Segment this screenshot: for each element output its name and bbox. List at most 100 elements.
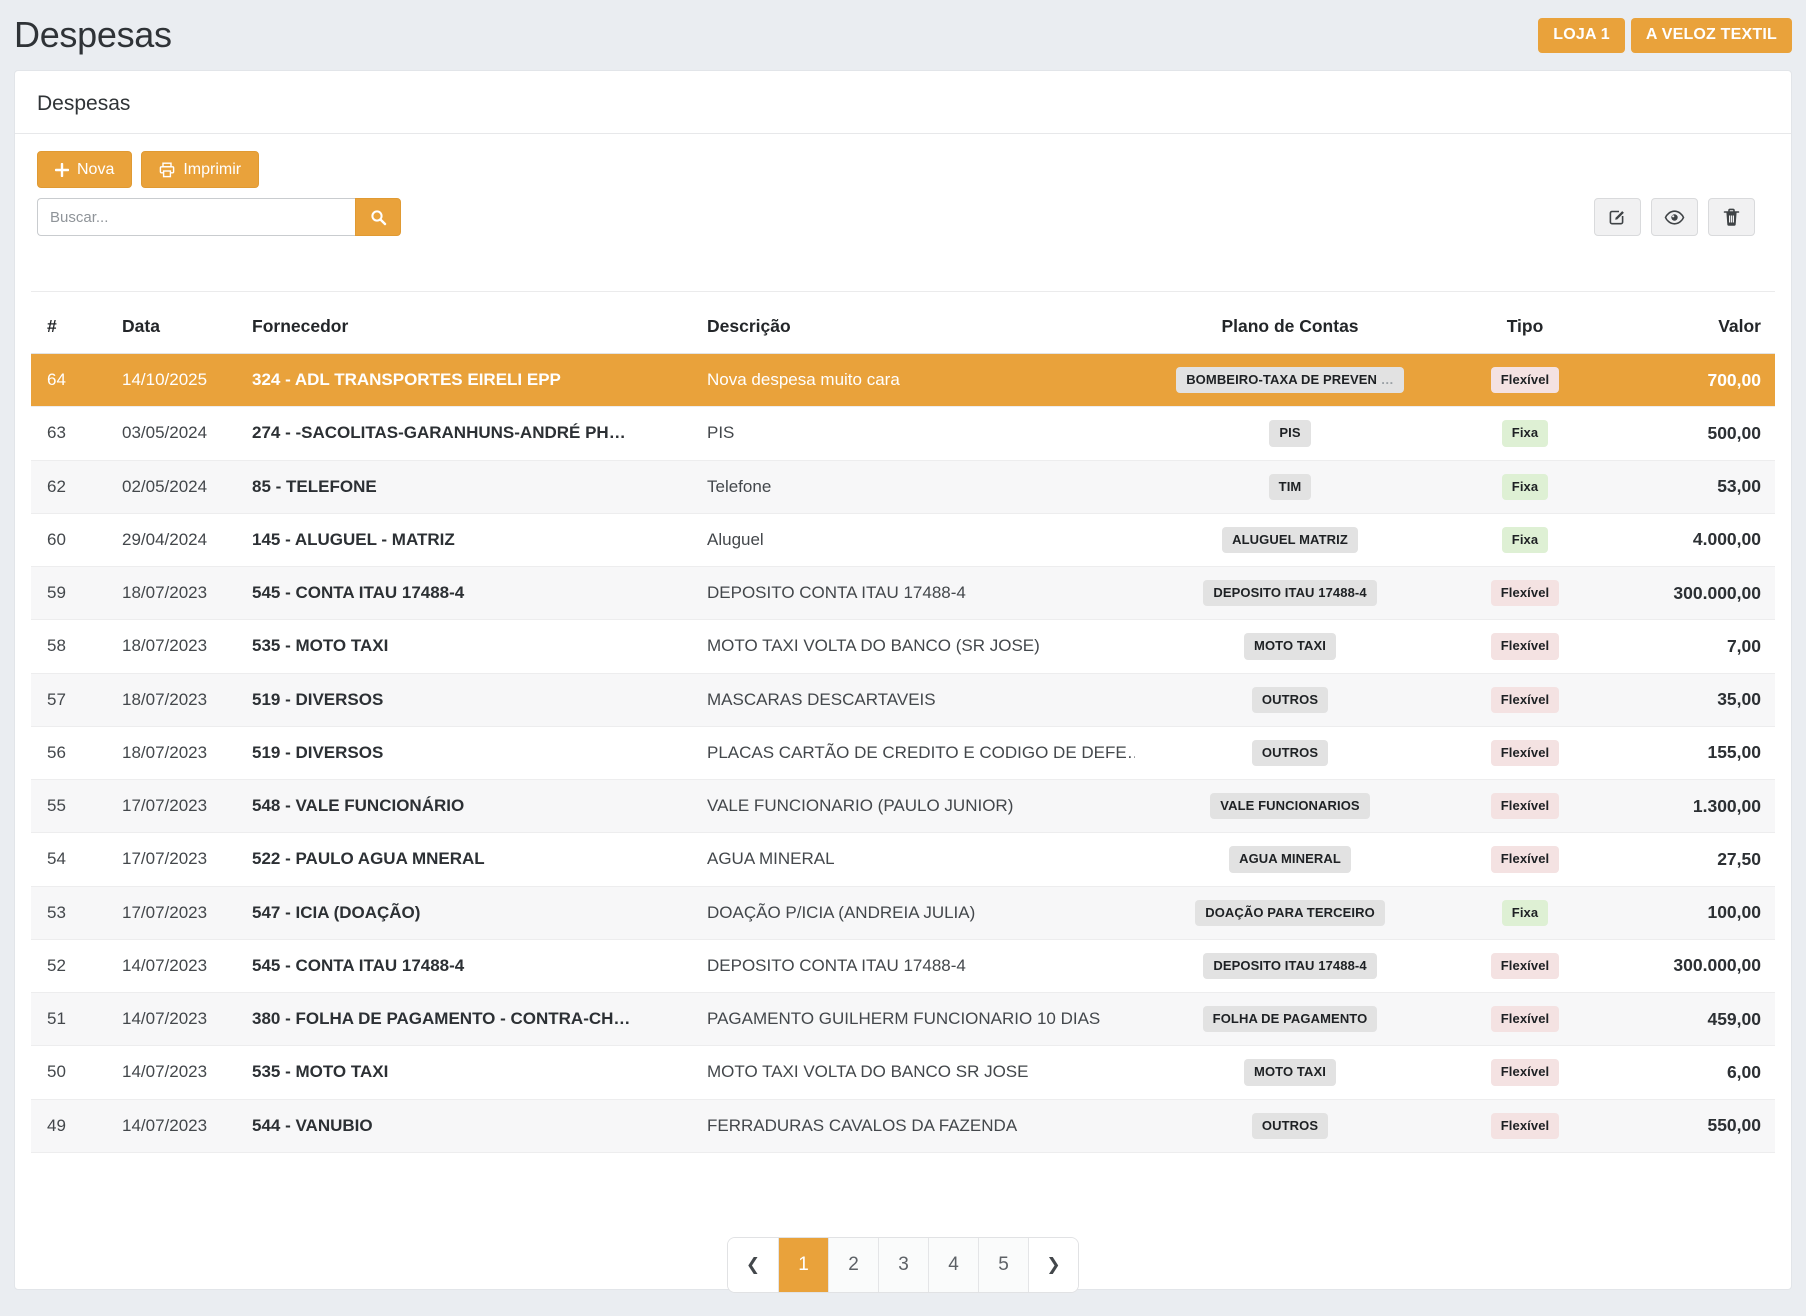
table-row[interactable]: 6414/10/2025324 - ADL TRANSPORTES EIRELI… [31, 354, 1775, 407]
cell-supplier: 519 - DIVERSOS [238, 726, 693, 779]
table-row[interactable]: 5918/07/2023545 - CONTA ITAU 17488-4DEPO… [31, 567, 1775, 620]
card-title: Despesas [15, 71, 1791, 134]
cell-account-plan: VALE FUNCIONARIOS [1135, 780, 1445, 833]
cell-date: 18/07/2023 [108, 567, 238, 620]
type-badge: Flexível [1491, 633, 1560, 659]
pencil-square-icon [1608, 208, 1627, 227]
store-badge[interactable]: LOJA 1 [1538, 18, 1625, 53]
page-title: Despesas [14, 14, 172, 56]
type-badge: Fixa [1502, 474, 1548, 500]
account-plan-badge: MOTO TAXI [1244, 1059, 1336, 1085]
type-badge: Fixa [1502, 420, 1548, 446]
expenses-card: Despesas Nova [14, 70, 1792, 1290]
cell-type: Fixa [1445, 886, 1605, 939]
ellipsis: … [1377, 372, 1394, 387]
cell-account-plan: BOMBEIRO-TAXA DE PREVEN … [1135, 354, 1445, 407]
page-2-button[interactable]: 2 [828, 1238, 878, 1292]
cell-description: MOTO TAXI VOLTA DO BANCO SR JOSE [693, 1046, 1135, 1099]
cell-date: 29/04/2024 [108, 513, 238, 566]
cell-value: 53,00 [1605, 460, 1775, 513]
expenses-table: #DataFornecedorDescriçãoPlano de ContasT… [31, 291, 1775, 1153]
table-row[interactable]: 5317/07/2023547 - ICIA (DOAÇÃO)DOAÇÃO P/… [31, 886, 1775, 939]
card-body: Nova Imprimir [15, 151, 1791, 1316]
cell-description: DEPOSITO CONTA ITAU 17488-4 [693, 939, 1135, 992]
toolbar: Nova Imprimir [37, 151, 1769, 188]
account-plan-badge: MOTO TAXI [1244, 633, 1336, 659]
page-prev-button[interactable]: ❮ [728, 1238, 778, 1292]
cell-value: 300.000,00 [1605, 939, 1775, 992]
cell-type: Flexível [1445, 1099, 1605, 1152]
view-button[interactable] [1651, 198, 1698, 236]
cell-description: PLACAS CARTÃO DE CREDITO E CODIGO DE DEF… [693, 726, 1135, 779]
type-badge: Flexível [1491, 846, 1560, 872]
page-4-button[interactable]: 4 [928, 1238, 978, 1292]
table-row[interactable]: 6202/05/202485 - TELEFONETelefoneTIMFixa… [31, 460, 1775, 513]
cell-description: PIS [693, 407, 1135, 460]
table-row[interactable]: 5417/07/2023522 - PAULO AGUA MNERALAGUA … [31, 833, 1775, 886]
cell-supplier: 380 - FOLHA DE PAGAMENTO - CONTRA-CH… [238, 993, 693, 1046]
cell-type: Flexível [1445, 673, 1605, 726]
cell-description: FERRADURAS CAVALOS DA FAZENDA [693, 1099, 1135, 1152]
account-plan-badge: DEPOSITO ITAU 17488-4 [1203, 580, 1376, 606]
cell-id: 50 [31, 1046, 108, 1099]
cell-supplier: 85 - TELEFONE [238, 460, 693, 513]
table-row[interactable]: 5517/07/2023548 - VALE FUNCIONÁRIOVALE F… [31, 780, 1775, 833]
cell-id: 55 [31, 780, 108, 833]
search-input[interactable] [37, 198, 355, 236]
type-badge: Flexível [1491, 687, 1560, 713]
type-badge: Fixa [1502, 900, 1548, 926]
company-badge[interactable]: A VELOZ TEXTIL [1631, 18, 1792, 53]
page: Despesas LOJA 1 A VELOZ TEXTIL Despesas … [0, 0, 1806, 1290]
cell-supplier: 545 - CONTA ITAU 17488-4 [238, 567, 693, 620]
cell-date: 03/05/2024 [108, 407, 238, 460]
table-row[interactable]: 6029/04/2024145 - ALUGUEL - MATRIZAlugue… [31, 513, 1775, 566]
trash-icon [1723, 208, 1740, 227]
search-button[interactable] [355, 198, 401, 236]
cell-type: Flexível [1445, 1046, 1605, 1099]
cell-account-plan: MOTO TAXI [1135, 620, 1445, 673]
cell-date: 18/07/2023 [108, 620, 238, 673]
cell-description: MASCARAS DESCARTAVEIS [693, 673, 1135, 726]
cell-date: 02/05/2024 [108, 460, 238, 513]
print-label: Imprimir [183, 161, 241, 179]
cell-supplier: 519 - DIVERSOS [238, 673, 693, 726]
table-row[interactable]: 5618/07/2023519 - DIVERSOSPLACAS CARTÃO … [31, 726, 1775, 779]
cell-type: Flexível [1445, 620, 1605, 673]
type-badge: Flexível [1491, 953, 1560, 979]
page-5-button[interactable]: 5 [978, 1238, 1028, 1292]
cell-type: Flexível [1445, 354, 1605, 407]
page-next-button[interactable]: ❯ [1028, 1238, 1078, 1292]
cell-account-plan: DOAÇÃO PARA TERCEIRO [1135, 886, 1445, 939]
cell-id: 57 [31, 673, 108, 726]
cell-description: VALE FUNCIONARIO (PAULO JUNIOR) [693, 780, 1135, 833]
cell-id: 56 [31, 726, 108, 779]
cell-supplier: 535 - MOTO TAXI [238, 620, 693, 673]
table-row[interactable]: 4914/07/2023544 - VANUBIOFERRADURAS CAVA… [31, 1099, 1775, 1152]
table-row[interactable]: 5818/07/2023535 - MOTO TAXIMOTO TAXI VOL… [31, 620, 1775, 673]
table-row[interactable]: 5214/07/2023545 - CONTA ITAU 17488-4DEPO… [31, 939, 1775, 992]
cell-description: DEPOSITO CONTA ITAU 17488-4 [693, 567, 1135, 620]
cell-value: 4.000,00 [1605, 513, 1775, 566]
delete-button[interactable] [1708, 198, 1755, 236]
account-plan-badge: DEPOSITO ITAU 17488-4 [1203, 953, 1376, 979]
row-action-buttons [1594, 198, 1755, 236]
edit-button[interactable] [1594, 198, 1641, 236]
cell-type: Flexível [1445, 780, 1605, 833]
cell-value: 459,00 [1605, 993, 1775, 1046]
account-plan-badge: PIS [1269, 420, 1310, 446]
table-row[interactable]: 5114/07/2023380 - FOLHA DE PAGAMENTO - C… [31, 993, 1775, 1046]
new-expense-button[interactable]: Nova [37, 151, 132, 188]
column-header-valor: Valor [1605, 292, 1775, 354]
cell-id: 53 [31, 886, 108, 939]
print-button[interactable]: Imprimir [141, 151, 259, 188]
page-3-button[interactable]: 3 [878, 1238, 928, 1292]
cell-date: 14/07/2023 [108, 1046, 238, 1099]
table-row[interactable]: 5014/07/2023535 - MOTO TAXIMOTO TAXI VOL… [31, 1046, 1775, 1099]
cell-id: 54 [31, 833, 108, 886]
table-row[interactable]: 5718/07/2023519 - DIVERSOSMASCARAS DESCA… [31, 673, 1775, 726]
page-1-button[interactable]: 1 [778, 1238, 828, 1292]
controls-row [37, 198, 1769, 236]
account-plan-badge: ALUGUEL MATRIZ [1222, 527, 1358, 553]
eye-icon [1664, 210, 1685, 225]
table-row[interactable]: 6303/05/2024274 - -SACOLITAS-GARANHUNS-A… [31, 407, 1775, 460]
